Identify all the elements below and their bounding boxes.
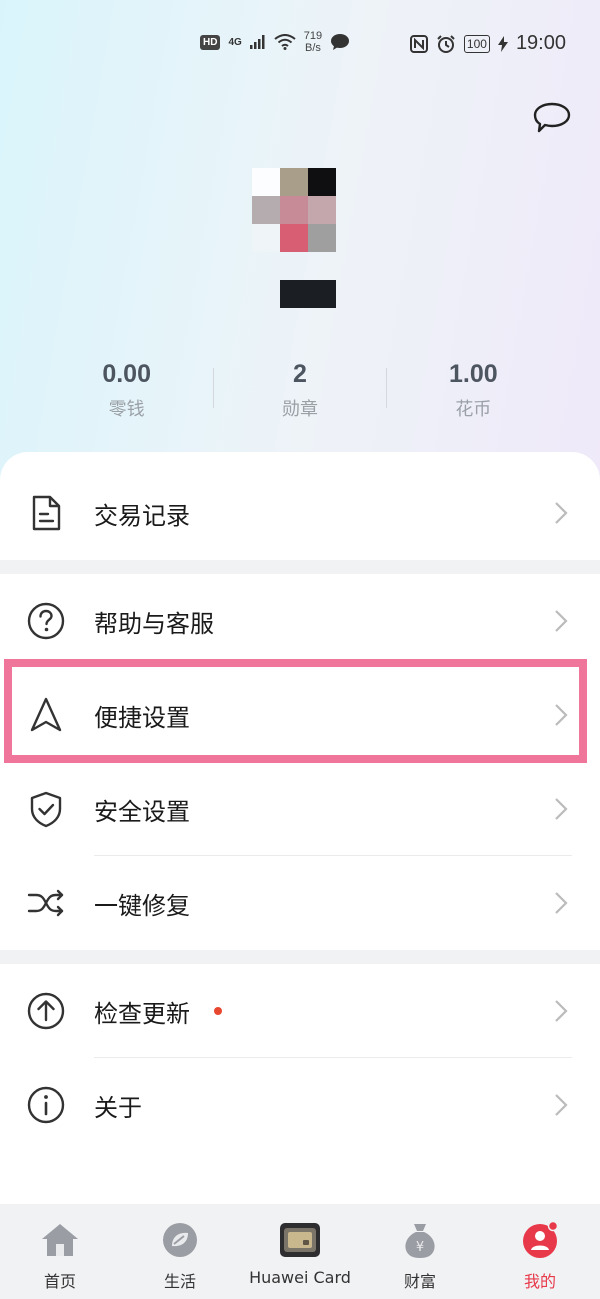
speed-unit: B/s (305, 42, 321, 54)
chevron-right-icon (555, 1000, 568, 1022)
nav-life[interactable]: 生活 (120, 1206, 240, 1299)
upload-arrow-icon (27, 992, 65, 1030)
network-speed: 719 B/s (304, 30, 322, 54)
update-notice-dot (214, 1007, 222, 1015)
menu-label: 一键修复 (94, 891, 190, 920)
clock: 19:00 (515, 32, 566, 54)
nav-wealth[interactable]: ¥ 财富 (360, 1206, 480, 1299)
menu-item-about[interactable]: 关于 (0, 1058, 600, 1152)
nav-label: 财富 (403, 1272, 436, 1291)
transactions-card: 交易记录 (0, 452, 600, 560)
chevron-right-icon (555, 892, 568, 914)
stat-medals[interactable]: 2 勋章 (213, 360, 387, 430)
nav-label: 我的 (523, 1272, 556, 1291)
profile-icon (523, 1220, 559, 1258)
network-type: 4G (228, 36, 242, 48)
alarm-icon (437, 34, 455, 53)
status-bar: HD 4G 719 B/s 100 19:00 (0, 0, 600, 90)
menu-label: 安全设置 (94, 797, 190, 826)
battery-indicator: 100 (463, 34, 490, 53)
card-icon (280, 1223, 320, 1257)
stat-value: 0.00 (102, 360, 151, 388)
stat-value: 1.00 (448, 360, 498, 388)
speed-value: 719 (303, 30, 323, 42)
money-bag-icon: ¥ (405, 1224, 435, 1258)
menu-label: 帮助与客服 (94, 609, 214, 638)
about-card: 检查更新 关于 (0, 964, 600, 1204)
highlight-frame (4, 659, 587, 763)
menu-item-check-update[interactable]: 检查更新 (0, 964, 600, 1058)
chevron-right-icon (555, 1094, 568, 1116)
account-stats: 0.00 零钱 2 勋章 1.00 花币 (40, 360, 560, 430)
signal-icon (249, 35, 265, 49)
menu-item-transactions[interactable]: 交易记录 (0, 466, 600, 560)
stat-change[interactable]: 0.00 零钱 (40, 360, 213, 430)
menu-item-help[interactable]: 帮助与客服 (0, 574, 600, 668)
menu-label: 关于 (94, 1093, 142, 1122)
menu-item-repair[interactable]: 一键修复 (0, 856, 600, 950)
nav-mine[interactable]: 我的 (480, 1206, 600, 1299)
chevron-right-icon (555, 798, 568, 820)
message-icon[interactable] (532, 100, 572, 136)
nfc-icon (409, 34, 428, 53)
hd-badge: HD (200, 34, 221, 50)
document-icon (32, 495, 61, 531)
chevron-right-icon (555, 502, 568, 524)
bottom-nav: 首页 生活 Huawei Card ¥ 财富 我的 (0, 1206, 600, 1299)
info-icon (27, 1086, 65, 1124)
home-icon (42, 1224, 78, 1256)
nav-label: 生活 (163, 1272, 196, 1291)
nickname-redacted (280, 280, 336, 308)
stat-value: 2 (293, 360, 307, 388)
shield-icon (30, 791, 62, 828)
stat-coins[interactable]: 1.00 花币 (387, 360, 560, 430)
avatar[interactable] (252, 168, 336, 252)
nav-label: 首页 (43, 1272, 76, 1291)
chevron-right-icon (555, 610, 568, 632)
wifi-icon (274, 34, 296, 50)
nav-label: Huawei Card (249, 1268, 351, 1287)
nav-home[interactable]: 首页 (0, 1206, 120, 1299)
svg-text:¥: ¥ (416, 1240, 424, 1255)
shuffle-icon (27, 889, 64, 917)
stat-label: 勋章 (281, 399, 318, 420)
life-icon (163, 1223, 197, 1257)
stat-label: 花币 (455, 399, 492, 420)
stat-label: 零钱 (108, 399, 145, 420)
nav-huawei-card[interactable]: Huawei Card (240, 1206, 360, 1299)
menu-label: 检查更新 (94, 999, 190, 1028)
chat-notification-icon (331, 34, 350, 50)
help-icon (27, 602, 65, 640)
menu-item-security[interactable]: 安全设置 (0, 762, 600, 856)
divider (213, 368, 215, 408)
menu-label: 交易记录 (94, 501, 190, 530)
charging-icon (497, 35, 508, 52)
